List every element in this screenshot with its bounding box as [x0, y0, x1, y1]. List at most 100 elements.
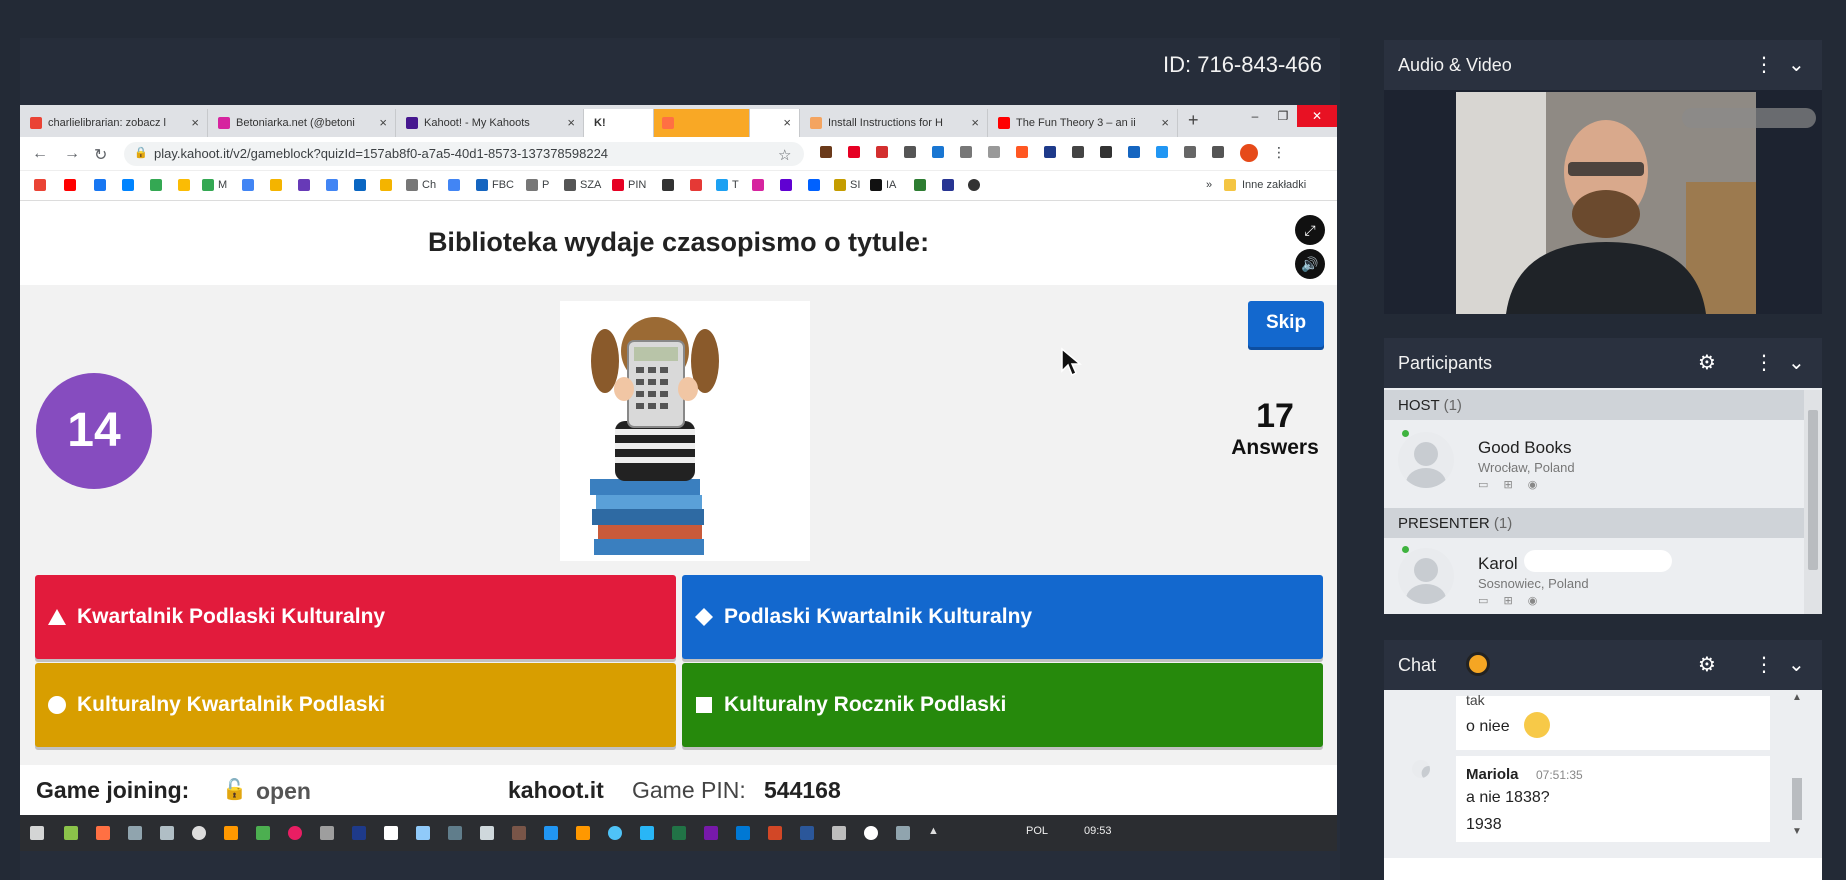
bookmark-icon[interactable] — [476, 179, 488, 191]
skip-button[interactable]: Skip — [1248, 301, 1324, 347]
start-icon[interactable] — [30, 826, 44, 840]
language-indicator[interactable]: POL — [1026, 825, 1048, 837]
scroll-down-icon[interactable]: ▼ — [1792, 826, 1802, 837]
youtube-icon[interactable] — [64, 179, 76, 191]
extension-icon[interactable] — [1044, 146, 1056, 158]
onenote-icon[interactable] — [704, 826, 718, 840]
gear-icon[interactable]: ⚙ — [1698, 350, 1716, 375]
bookmark-icon[interactable] — [526, 179, 538, 191]
taskbar-app-icon[interactable] — [128, 826, 142, 840]
powerpoint-icon[interactable] — [768, 826, 782, 840]
participant-row-host[interactable]: Good Books Wrocław, Poland ▭ ⊞ ◉ — [1384, 420, 1804, 502]
tab-audio-indicator[interactable]: × — [750, 109, 800, 137]
chat-scrollbar[interactable]: ▲ ▼ — [1788, 690, 1808, 840]
bookmark-star-icon[interactable]: ☆ — [778, 146, 791, 164]
bookmark-icon[interactable] — [942, 179, 954, 191]
bookmark-label[interactable]: M — [218, 179, 227, 191]
linkedin-icon[interactable] — [354, 179, 366, 191]
browser-tab[interactable]: charlielibrarian: zobacz l × — [20, 109, 208, 137]
vlc-icon[interactable] — [576, 826, 590, 840]
bookmark-label[interactable]: SI — [850, 179, 860, 191]
bookmark-icon[interactable] — [406, 179, 418, 191]
taskbar-app-icon[interactable] — [192, 826, 206, 840]
extension-icon[interactable] — [1156, 146, 1168, 158]
extension-icon[interactable] — [1016, 146, 1028, 158]
extension-icon[interactable] — [904, 146, 916, 158]
slides-icon[interactable] — [270, 179, 282, 191]
chat-input-area[interactable] — [1384, 858, 1822, 880]
puzzle-icon[interactable] — [1184, 146, 1196, 158]
back-icon[interactable]: ← — [32, 145, 48, 163]
answer-option-blue[interactable]: Podlaski Kwartalnik Kulturalny — [682, 575, 1323, 659]
extension-icon[interactable] — [820, 146, 832, 158]
maps-icon[interactable] — [202, 179, 214, 191]
browser-tab[interactable]: Install Instructions for H × — [800, 109, 988, 137]
new-tab-icon[interactable]: + — [1188, 110, 1199, 131]
drag-handle-icon[interactable]: ⋮ — [1754, 52, 1774, 77]
taskbar-app-icon[interactable] — [384, 826, 398, 840]
bookmark-label[interactable]: Ch — [422, 179, 436, 191]
extension-icon[interactable] — [1100, 146, 1112, 158]
bookmark-label[interactable]: Inne zakładki — [1242, 179, 1306, 191]
taskbar-app-icon[interactable] — [416, 826, 430, 840]
unlock-icon[interactable]: 🔓 — [222, 777, 247, 802]
browser-tab[interactable]: The Fun Theory 3 – an ii × — [988, 109, 1178, 137]
answer-option-yellow[interactable]: Kulturalny Kwartalnik Podlaski — [35, 663, 676, 747]
scrollbar-thumb[interactable] — [1792, 778, 1802, 820]
taskbar-app-icon[interactable] — [64, 826, 78, 840]
drag-handle-icon[interactable]: ⋮ — [1754, 350, 1774, 375]
evernote-icon[interactable] — [914, 179, 926, 191]
close-tab-icon[interactable]: × — [783, 115, 791, 130]
taskbar-app-icon[interactable] — [832, 826, 846, 840]
chevron-down-icon[interactable]: ⌄ — [1788, 350, 1805, 375]
extension-icon[interactable] — [1128, 146, 1140, 158]
facebook-icon[interactable] — [94, 179, 106, 191]
browser-tab[interactable]: Kahoot! - My Kahoots × — [396, 109, 584, 137]
taskbar-app-icon[interactable] — [160, 826, 174, 840]
reload-icon[interactable]: ↻ — [94, 145, 107, 165]
drive-icon[interactable] — [178, 179, 190, 191]
close-window-icon[interactable]: ✕ — [1297, 105, 1337, 127]
participant-row-presenter[interactable]: Karol Sosnowiec, Poland ▭ ⊞ ◉ — [1384, 538, 1804, 614]
instagram-icon[interactable] — [752, 179, 764, 191]
bookmark-label[interactable]: IA — [886, 179, 896, 191]
twitter-icon[interactable] — [716, 179, 728, 191]
url-field[interactable]: 🔒 play.kahoot.it/v2/gameblock?quizId=157… — [124, 142, 804, 166]
close-tab-icon[interactable]: × — [1161, 115, 1169, 130]
bookmark-icon[interactable] — [690, 179, 702, 191]
messenger-icon[interactable] — [122, 179, 134, 191]
chat-emoji-icon[interactable] — [1466, 652, 1490, 676]
close-tab-icon[interactable]: × — [379, 115, 387, 130]
forms-icon[interactable] — [298, 179, 310, 191]
extension-icon[interactable] — [1072, 146, 1084, 158]
fullscreen-icon[interactable]: ⤢ — [1295, 215, 1325, 245]
pinterest-icon[interactable] — [612, 179, 624, 191]
translate-icon[interactable] — [448, 179, 460, 191]
tray-arrow-icon[interactable]: ▲ — [928, 825, 939, 837]
close-tab-icon[interactable]: × — [567, 115, 575, 130]
taskbar-app-icon[interactable] — [512, 826, 526, 840]
extension-icon[interactable] — [932, 146, 944, 158]
browser-tab-active[interactable]: K! — [584, 109, 654, 137]
yahoo-icon[interactable] — [780, 179, 792, 191]
bookmark-label[interactable]: FBC — [492, 179, 514, 191]
more-bookmarks-icon[interactable]: » — [1206, 179, 1212, 191]
minimize-icon[interactable]: – — [1241, 105, 1269, 127]
bookmark-icon[interactable] — [662, 179, 674, 191]
gear-icon[interactable]: ⚙ — [1698, 652, 1716, 677]
scroll-up-icon[interactable]: ▲ — [1792, 692, 1802, 703]
taskbar-app-icon[interactable] — [256, 826, 270, 840]
calendar-icon[interactable] — [326, 179, 338, 191]
taskbar-app-icon[interactable] — [896, 826, 910, 840]
taskbar-app-icon[interactable] — [480, 826, 494, 840]
recording-indicator[interactable] — [654, 109, 750, 137]
bookmark-icon[interactable] — [150, 179, 162, 191]
clock[interactable]: 09:53 — [1084, 825, 1112, 837]
taskbar-app-icon[interactable] — [288, 826, 302, 840]
reading-list-icon[interactable] — [1212, 146, 1224, 158]
bookmark-label[interactable]: T — [732, 179, 739, 191]
extension-icon[interactable] — [960, 146, 972, 158]
chevron-down-icon[interactable]: ⌄ — [1788, 52, 1805, 77]
keep-icon[interactable] — [380, 179, 392, 191]
word-icon[interactable] — [800, 826, 814, 840]
